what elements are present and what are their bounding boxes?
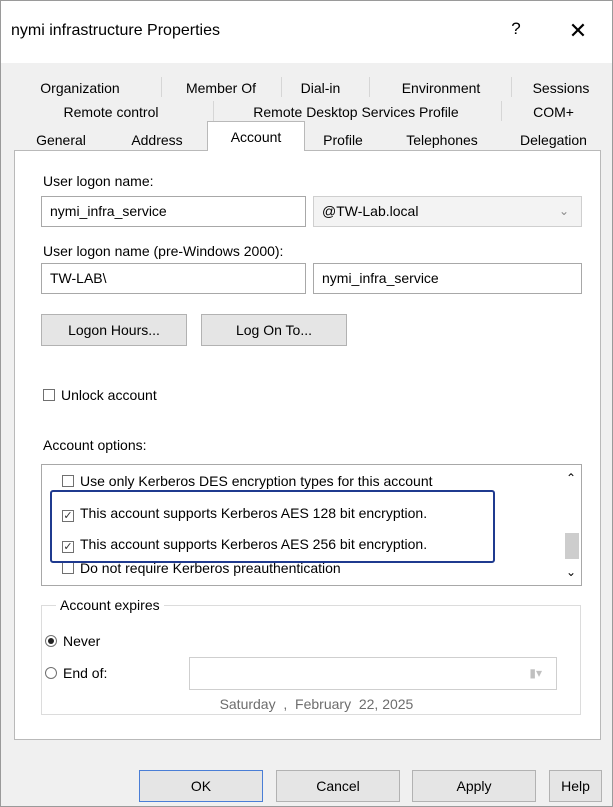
account-options-label: Account options: [43,437,147,453]
scrollbar-thumb[interactable] [565,533,579,559]
expiry-date-picker[interactable]: Saturday , February 22, 2025 ▮▾ [189,657,557,712]
chevron-up-icon[interactable]: ⌃ [561,471,581,485]
expiry-date-value: Saturday , February 22, 2025 [219,696,414,712]
chevron-down-icon[interactable]: ⌄ [561,565,581,579]
calendar-dropdown-icon[interactable]: ▮▾ [529,658,542,689]
never-label: Never [63,633,101,649]
tab-organization[interactable]: Organization [21,75,139,100]
unlock-account-checkbox[interactable]: Unlock account [43,387,157,403]
tab-delegation[interactable]: Delegation [506,127,601,152]
tab-dial-in[interactable]: Dial-in [288,75,353,100]
help-button[interactable]: Help [549,770,602,802]
logon-name-label: User logon name: [43,173,154,189]
apply-button[interactable]: Apply [412,770,536,802]
tab-account[interactable]: Account [207,121,305,151]
radio-end-of-dot[interactable] [45,667,57,679]
tab-environment[interactable]: Environment [381,75,501,100]
radio-never[interactable]: Never [45,633,100,649]
domain-value: @TW-Lab.local [322,203,419,219]
log-on-to-button[interactable]: Log On To... [201,314,347,346]
radio-never-dot[interactable] [45,635,57,647]
logon-hours-button[interactable]: Logon Hours... [41,314,187,346]
ok-button[interactable]: OK [139,770,263,802]
tab-address[interactable]: Address [109,127,205,152]
tab-profile[interactable]: Profile [307,127,379,152]
tab-com-plus[interactable]: COM+ [506,99,601,124]
close-icon[interactable]: ✕ [561,16,595,46]
account-expires-title: Account expires [56,597,164,613]
checkbox-no-preauth[interactable] [62,562,74,574]
end-of-label: End of: [63,665,108,681]
tab-telephones[interactable]: Telephones [383,127,501,152]
title-bar: nymi infrastructure Properties ? ✕ [1,1,612,63]
pre2000-user-input[interactable]: nymi_infra_service [313,263,582,294]
tab-general[interactable]: General [17,127,105,152]
aes-highlight-box [50,490,495,563]
pre2000-domain-input[interactable]: TW-LAB\ [41,263,306,294]
option-label: Use only Kerberos DES encryption types f… [80,473,433,489]
unlock-checkbox-box[interactable] [43,389,55,401]
radio-end-of[interactable]: End of: [45,665,107,681]
domain-select[interactable]: @TW-Lab.local ⌄ [313,196,582,227]
tab-member-of[interactable]: Member Of [171,75,271,100]
logon-name-input[interactable]: nymi_infra_service [41,196,306,227]
unlock-account-label: Unlock account [61,387,157,403]
window-title: nymi infrastructure Properties [11,22,220,39]
tab-sessions[interactable]: Sessions [521,75,601,100]
cancel-button[interactable]: Cancel [276,770,400,802]
pre2000-label: User logon name (pre-Windows 2000): [43,243,284,259]
chevron-down-icon: ⌄ [558,204,569,218]
checkbox-des-only[interactable] [62,475,74,487]
properties-dialog: nymi infrastructure Properties ? ✕ Organ… [0,0,613,807]
options-scrollbar[interactable]: ⌃ ⌄ [561,465,581,585]
help-icon[interactable]: ? [504,19,528,43]
tab-remote-control[interactable]: Remote control [21,99,201,124]
option-des-only[interactable]: Use only Kerberos DES encryption types f… [62,473,433,489]
